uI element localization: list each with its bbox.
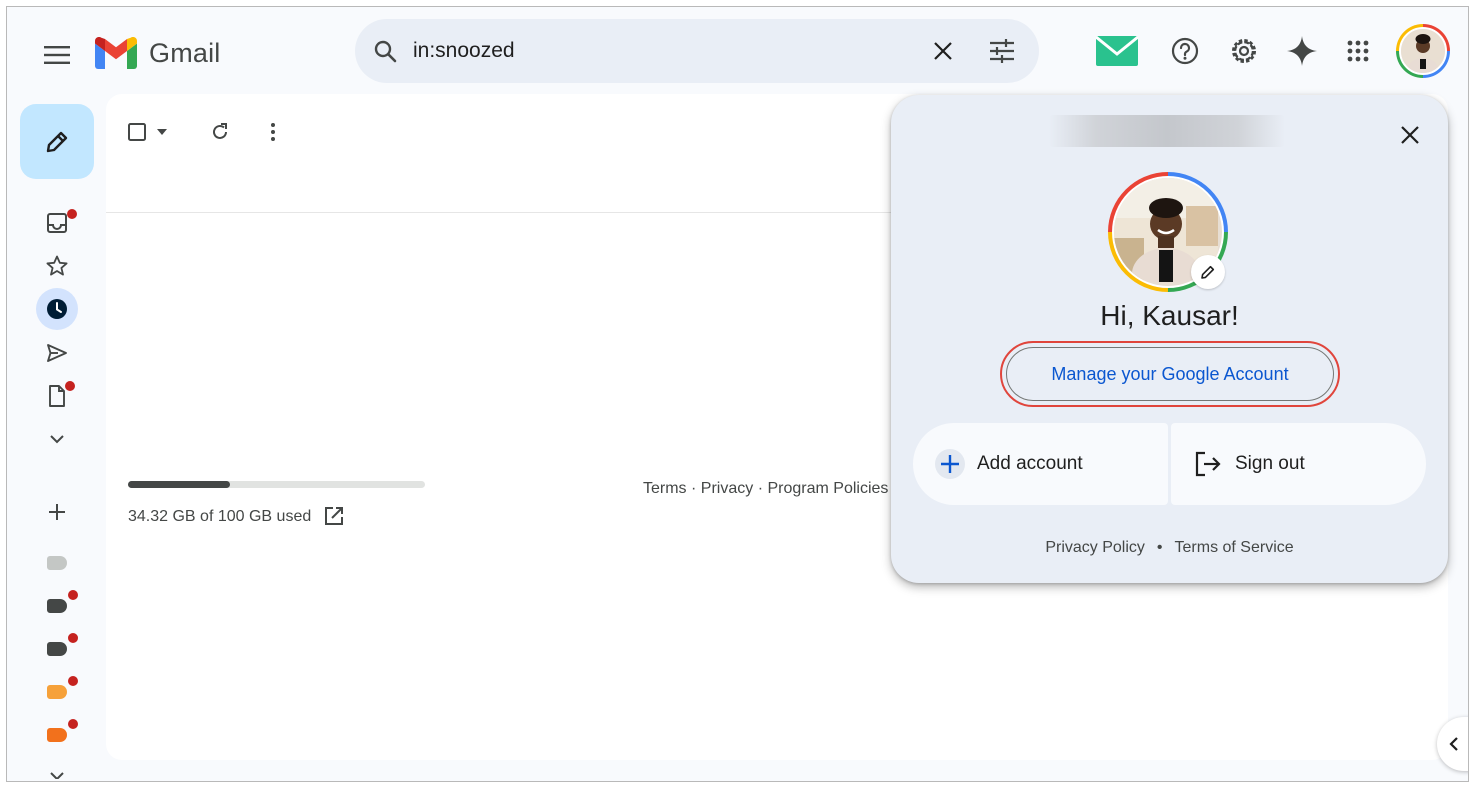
plus-icon (49, 504, 65, 520)
drafts-notification-dot (65, 381, 75, 391)
draft-icon (49, 385, 65, 407)
label-notification-dot (68, 633, 78, 643)
select-dropdown[interactable] (152, 112, 172, 152)
nav-starred[interactable] (37, 250, 77, 282)
gmail-logo[interactable]: Gmail (95, 33, 221, 73)
manage-storage-link[interactable] (322, 504, 346, 528)
pencil-icon (1201, 265, 1215, 279)
google-apps-button[interactable] (1338, 31, 1378, 71)
chevron-down-icon (50, 772, 64, 779)
popup-footer: Privacy Policy • Terms of Service (891, 539, 1448, 557)
account-greeting: Hi, Kausar! (1100, 300, 1239, 331)
search-options-button[interactable] (982, 31, 1022, 71)
gemini-button[interactable] (1282, 31, 1322, 71)
footer-separator: · (691, 480, 697, 497)
main-menu-button[interactable] (37, 35, 77, 75)
storage-bar (128, 481, 425, 488)
mail-app-icon (1096, 36, 1138, 66)
account-avatar-button[interactable] (1396, 24, 1450, 78)
privacy-policy-link[interactable]: Privacy Policy (1045, 539, 1145, 556)
clear-search-icon (934, 42, 952, 60)
label-notification-dot (68, 676, 78, 686)
close-icon (1401, 126, 1419, 144)
chevron-left-icon (1449, 737, 1458, 751)
chevron-down-icon (50, 435, 64, 444)
help-button[interactable] (1165, 31, 1205, 71)
open-in-new-icon (325, 507, 343, 525)
label-icon[interactable] (47, 556, 67, 570)
nav-more[interactable] (37, 423, 77, 455)
menu-icon (44, 46, 70, 64)
label-notification-dot (68, 590, 78, 600)
label-icon[interactable] (47, 599, 67, 613)
settings-button[interactable] (1224, 31, 1264, 71)
inbox-icon (47, 213, 67, 233)
compose-button[interactable] (20, 104, 94, 179)
plus-icon (935, 449, 965, 479)
create-label-button[interactable] (37, 496, 77, 528)
help-icon (1171, 37, 1199, 65)
label-icon[interactable] (47, 685, 67, 699)
privacy-link[interactable]: Privacy (701, 480, 753, 497)
add-account-button[interactable]: Add account (913, 423, 1168, 505)
clock-icon (47, 299, 67, 319)
message-toolbar (122, 112, 293, 152)
footer-separator: · (757, 480, 764, 497)
mail-app-button[interactable] (1093, 31, 1141, 71)
account-popup: Hi, Kausar! Manage your Google Account A… (891, 95, 1448, 583)
nav-drafts[interactable] (37, 380, 77, 412)
more-vert-icon (271, 123, 275, 141)
label-icon[interactable] (47, 642, 67, 656)
terms-link[interactable]: Terms (643, 480, 687, 497)
program-policies-link[interactable]: Program Policies (767, 480, 888, 497)
clear-search-button[interactable] (923, 31, 963, 71)
search-input[interactable] (413, 35, 913, 67)
settings-icon (1232, 39, 1256, 63)
nav-snoozed[interactable] (36, 288, 78, 330)
manage-google-account-button[interactable]: Manage your Google Account (1006, 347, 1334, 401)
footer-links: Terms · Privacy · Program Policies (643, 480, 888, 498)
select-checkbox[interactable] (122, 112, 152, 152)
avatar-photo (1399, 27, 1447, 75)
label-notification-dot (68, 719, 78, 729)
storage-bar-fill (128, 481, 230, 488)
inbox-notification-dot (67, 209, 77, 219)
apps-icon (1347, 40, 1369, 62)
gmail-window: Gmail in:snoozed 34.32 GB of 100 GB used… (6, 6, 1469, 782)
send-icon (47, 344, 67, 362)
storage-used-text: 34.32 GB of 100 GB used (128, 508, 312, 525)
add-account-label: Add account (977, 453, 1083, 474)
nav-inbox[interactable] (37, 207, 77, 239)
gmail-logo-text: Gmail (149, 37, 221, 68)
refresh-button[interactable] (200, 112, 240, 152)
search-icon[interactable] (371, 37, 399, 65)
refresh-icon (213, 123, 227, 139)
gemini-icon (1287, 36, 1317, 66)
pencil-icon (46, 131, 68, 152)
toolbar-divider (106, 212, 906, 213)
search-options-icon (990, 39, 1014, 63)
close-popup-button[interactable] (1390, 115, 1430, 155)
star-icon (46, 255, 68, 276)
sign-out-label: Sign out (1235, 453, 1305, 474)
account-email-redacted (1049, 115, 1285, 147)
checkbox-icon (128, 123, 146, 141)
caret-down-icon (157, 129, 167, 135)
edit-photo-button[interactable] (1191, 255, 1225, 289)
more-options-button[interactable] (253, 112, 293, 152)
nav-sent[interactable] (37, 337, 77, 369)
label-icon[interactable] (47, 728, 67, 742)
logout-icon (1193, 449, 1223, 479)
labels-more[interactable] (37, 769, 77, 781)
terms-of-service-link[interactable]: Terms of Service (1175, 539, 1294, 556)
gmail-m-icon (95, 37, 137, 69)
sign-out-button[interactable]: Sign out (1171, 423, 1426, 505)
popup-footer-separator: • (1156, 539, 1163, 556)
